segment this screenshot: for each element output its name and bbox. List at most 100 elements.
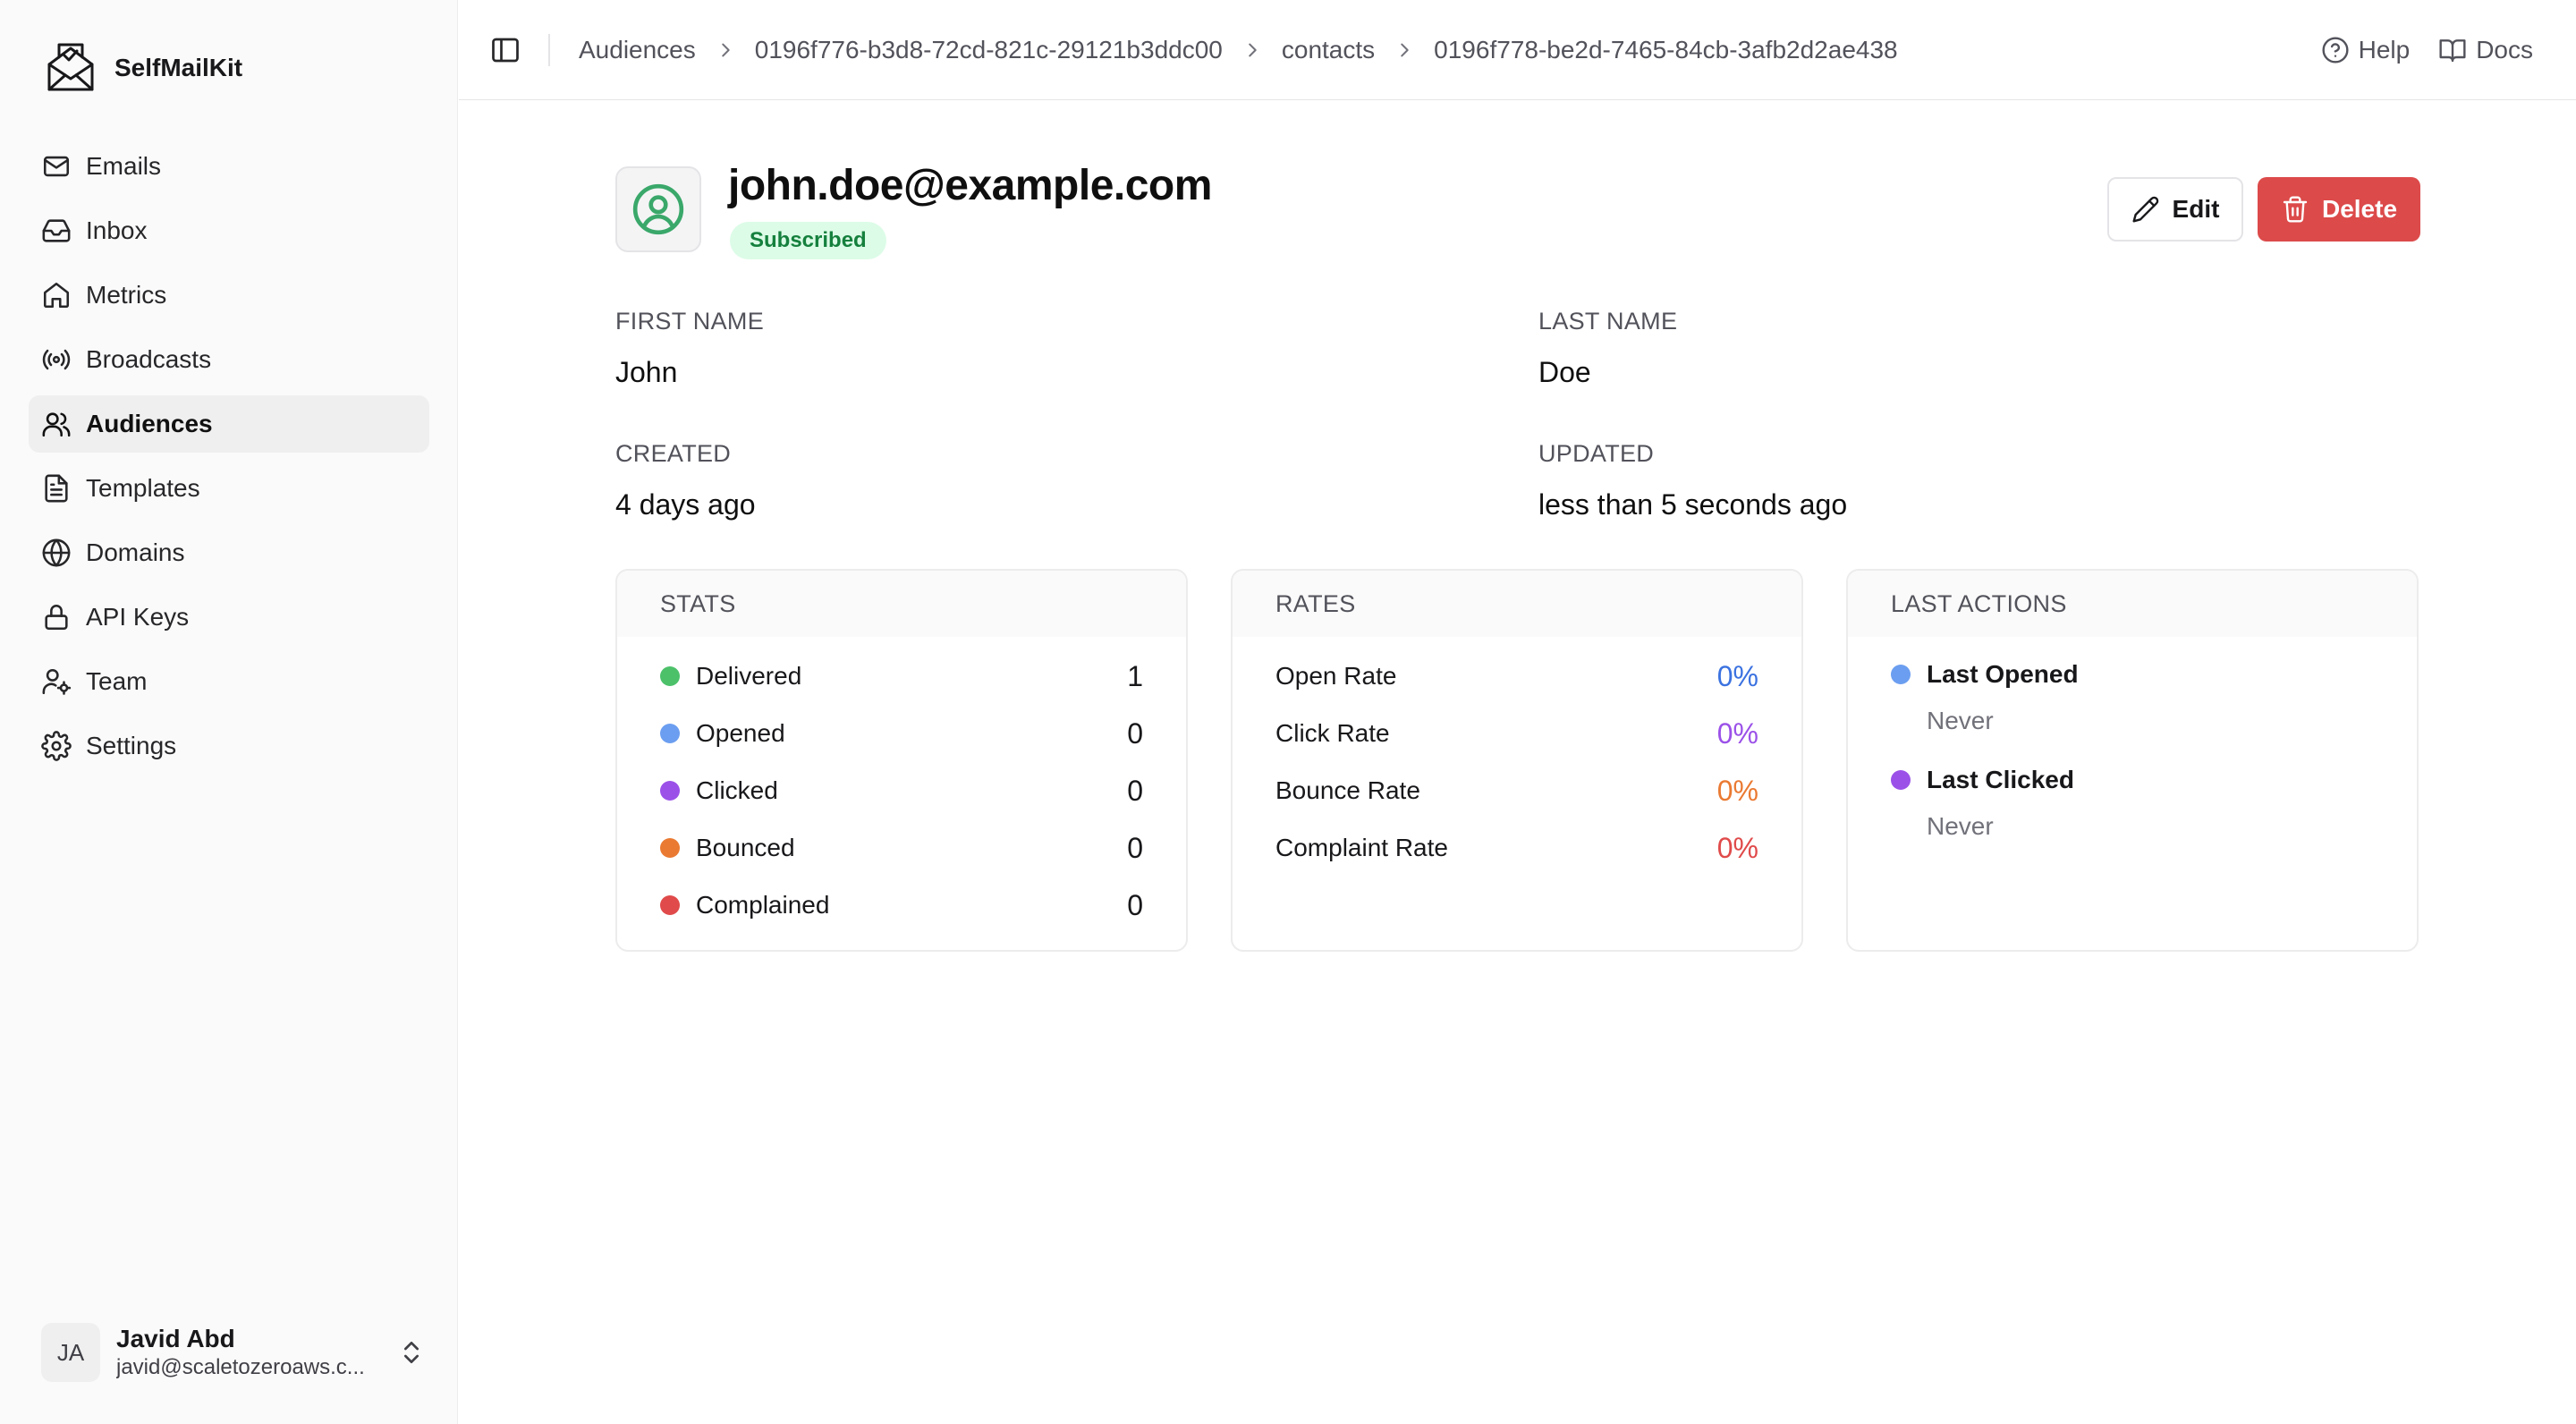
book-open-icon [2439, 39, 2466, 63]
sidebar-item-metrics[interactable]: Metrics [29, 267, 429, 324]
chevron-right-icon [722, 43, 730, 56]
status-badge: Subscribed [730, 222, 886, 259]
help-circle-icon [2322, 37, 2349, 64]
sidebar-item-label: Broadcasts [86, 345, 212, 373]
rate-value: 0% [1716, 774, 1758, 807]
rate-row-open: Open Rate 0% [1233, 648, 1801, 705]
sidebar-item-api-keys[interactable]: API Keys [29, 589, 429, 646]
breadcrumb-contact-id: 0196f778-be2d-7465-84cb-3afb2d2ae438 [1434, 35, 1898, 64]
stat-row-complained: Complained 0 [617, 877, 1186, 934]
chevron-right-icon [1401, 43, 1409, 56]
status-dot [660, 666, 680, 686]
file-text-icon [45, 474, 68, 503]
rate-row-click: Click Rate 0% [1233, 705, 1801, 762]
rate-row-bounce: Bounce Rate 0% [1233, 762, 1801, 819]
contact-avatar [615, 166, 701, 252]
breadcrumb: Audiences 0196f776-b3d8-72cd-821c-29121b… [579, 36, 1898, 64]
sidebar-item-templates[interactable]: Templates [29, 460, 429, 517]
help-link[interactable]: Help [2321, 36, 2411, 64]
sidebar-item-team[interactable]: Team [29, 653, 429, 710]
sidebar-item-label: Inbox [86, 216, 148, 244]
page-title: john.doe@example.com [728, 162, 1212, 209]
stat-label: Delivered [696, 662, 802, 690]
rates-title: RATES [1233, 571, 1801, 637]
user-cog-icon [42, 668, 72, 695]
brand-name: SelfMailKit [114, 54, 243, 81]
updated-value: less than 5 seconds ago [1538, 488, 1848, 521]
globe-icon [42, 538, 71, 567]
chevrons-up-down-icon[interactable] [397, 1338, 426, 1367]
sidebar-item-settings[interactable]: Settings [29, 717, 429, 775]
header-actions: Help Docs [2292, 0, 2533, 100]
sidebar: SelfMailKit Emails Inbox Metrics Broadca… [0, 0, 458, 1424]
sidebar-item-broadcasts[interactable]: Broadcasts [29, 331, 429, 388]
gear-icon [41, 731, 72, 761]
status-dot [660, 724, 680, 743]
broadcast-icon [42, 349, 71, 370]
rate-value: 0% [1716, 716, 1758, 750]
lock-icon [45, 605, 68, 631]
sidebar-item-label: Templates [86, 474, 200, 502]
breadcrumb-audiences[interactable]: Audiences [579, 36, 696, 64]
sidebar-item-label: Metrics [86, 281, 167, 309]
sidebar-item-label: Team [86, 667, 148, 695]
rate-label: Open Rate [1275, 662, 1397, 690]
sidebar-item-label: API Keys [86, 603, 190, 631]
status-dot [1891, 665, 1911, 684]
rate-label: Click Rate [1275, 719, 1390, 747]
rates-card: RATES Open Rate 0% Click Rate 0% Bounce … [1231, 569, 1803, 952]
rate-value: 0% [1716, 659, 1758, 692]
user-menu[interactable]: JA Javid Abd javid@scaletozeroaws.c... [41, 1320, 426, 1385]
delete-button[interactable]: Delete [2258, 177, 2420, 242]
stat-count: 1 [1127, 659, 1143, 692]
sidebar-nav: Emails Inbox Metrics Broadcasts Audience… [29, 138, 429, 782]
stat-label: Complained [696, 891, 830, 919]
stat-label: Clicked [696, 776, 778, 804]
stat-label: Bounced [696, 834, 795, 861]
created-value: 4 days ago [615, 488, 756, 521]
header-divider [548, 33, 550, 66]
home-icon [43, 282, 70, 309]
sidebar-item-emails[interactable]: Emails [29, 138, 429, 195]
last-clicked: Last Clicked Never [1848, 739, 2417, 844]
rate-label: Bounce Rate [1275, 776, 1420, 804]
stat-row-bounced: Bounced 0 [617, 819, 1186, 877]
stat-count: 0 [1127, 831, 1143, 864]
user-email: javid@scaletozeroaws.c... [116, 1355, 365, 1379]
sidebar-item-inbox[interactable]: Inbox [29, 202, 429, 259]
rate-row-complaint: Complaint Rate 0% [1233, 819, 1801, 877]
breadcrumb-contacts[interactable]: contacts [1282, 36, 1375, 64]
status-dot [1891, 770, 1911, 790]
sidebar-item-domains[interactable]: Domains [29, 524, 429, 581]
sidebar-toggle-icon[interactable] [489, 34, 521, 66]
stats-title: STATS [617, 571, 1186, 637]
stat-row-opened: Opened 0 [617, 705, 1186, 762]
pencil-icon [2132, 196, 2158, 223]
status-dot [660, 895, 680, 915]
help-label: Help [2358, 36, 2411, 64]
user-circle-icon [632, 183, 684, 235]
edit-button[interactable]: Edit [2107, 177, 2243, 242]
last-name-value: Doe [1538, 356, 1591, 388]
first-name-value: John [615, 356, 678, 388]
edit-label: Edit [2172, 195, 2220, 223]
breadcrumb-audience-id[interactable]: 0196f776-b3d8-72cd-821c-29121b3ddc00 [755, 36, 1223, 64]
rate-value: 0% [1716, 831, 1758, 864]
docs-link[interactable]: Docs [2438, 36, 2533, 64]
stat-count: 0 [1127, 716, 1143, 750]
trash-icon [2283, 196, 2308, 223]
sidebar-item-audiences[interactable]: Audiences [29, 395, 429, 453]
last-name-label: LAST NAME [1538, 308, 1678, 335]
delete-label: Delete [2321, 195, 2398, 223]
users-icon [42, 412, 71, 437]
brand[interactable]: SelfMailKit [45, 41, 242, 95]
last-clicked-value: Never [1927, 812, 1994, 840]
stat-count: 0 [1127, 888, 1143, 921]
mail-icon [43, 156, 70, 177]
status-dot [660, 781, 680, 801]
first-name-label: FIRST NAME [615, 308, 765, 335]
rate-label: Complaint Rate [1275, 834, 1448, 861]
chevron-right-icon [1249, 43, 1257, 56]
user-name: Javid Abd [116, 1325, 235, 1352]
last-actions-card: LAST ACTIONS Last Opened Never Last Clic… [1846, 569, 2419, 952]
